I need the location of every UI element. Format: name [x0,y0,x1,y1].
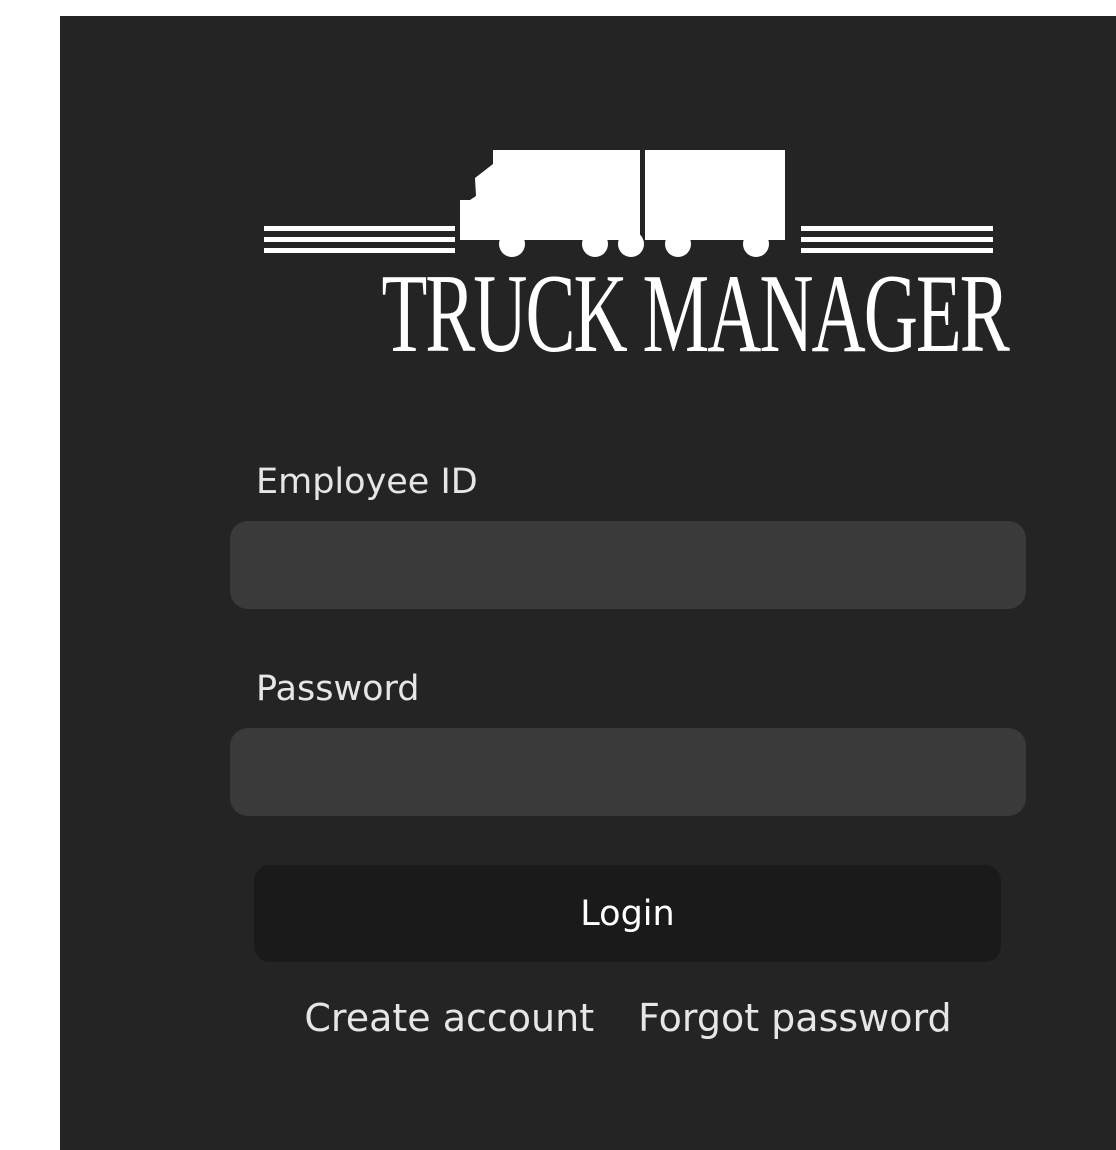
forgot-password-link[interactable]: Forgot password [638,996,951,1040]
login-panel: TRUCK MANAGER Employee ID Password Login… [60,16,1116,1150]
password-label: Password [256,669,420,709]
account-links: Create account Forgot password [60,996,1116,1040]
password-input[interactable] [230,728,1026,816]
truck-icon [264,150,993,257]
employee-id-label: Employee ID [256,462,478,502]
login-button[interactable]: Login [254,865,1001,962]
create-account-link[interactable]: Create account [304,996,594,1040]
logo-wordmark: TRUCK MANAGER [381,252,1009,376]
truck-manager-logo: TRUCK MANAGER [260,130,1010,370]
employee-id-input[interactable] [230,521,1026,609]
